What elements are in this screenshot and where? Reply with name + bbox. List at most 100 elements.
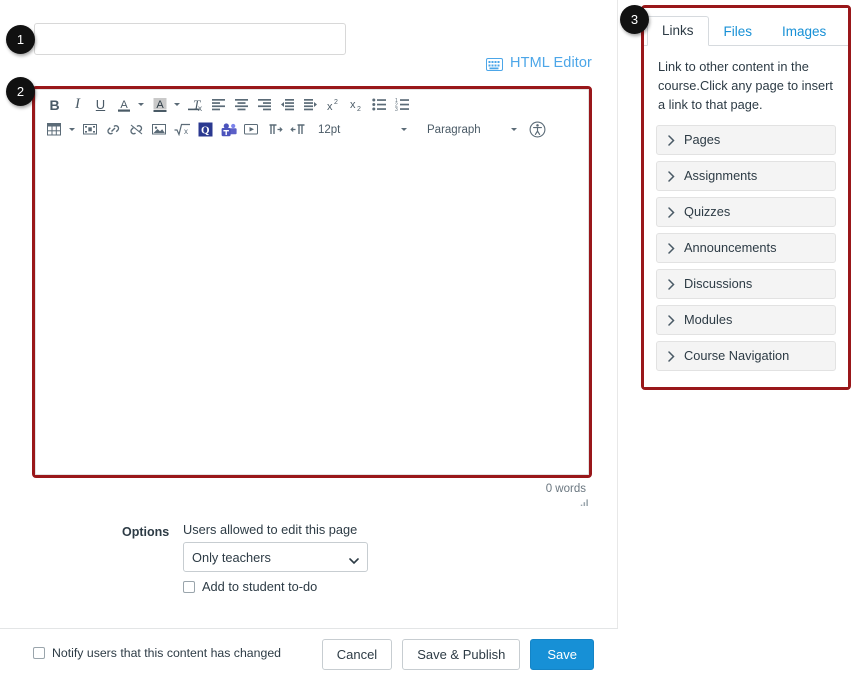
font-size-value: 12pt <box>318 123 341 136</box>
rich-content-editor: B I U A A T x x 2 x 2 1 2 3 x Q 12pt Par… <box>32 86 592 478</box>
sidebar-tabs: Links Files Images <box>644 8 848 46</box>
align-right-button[interactable] <box>254 94 275 116</box>
studio-play-icon[interactable] <box>241 119 262 141</box>
accordion-item-label: Course Navigation <box>684 348 790 364</box>
tab-files[interactable]: Files <box>709 17 768 46</box>
rce-toolbar-row-1: B I U A A T x x 2 x 2 1 2 3 <box>38 92 586 117</box>
underline-button[interactable]: U <box>90 94 111 116</box>
accordion-item-discussions[interactable]: Discussions <box>656 268 836 299</box>
svg-text:2: 2 <box>357 106 361 112</box>
table-button[interactable] <box>44 119 65 141</box>
block-format-value: Paragraph <box>427 123 481 136</box>
save-button[interactable]: Save <box>530 639 594 670</box>
accordion-item-announcements[interactable]: Announcements <box>656 232 836 263</box>
add-to-todo-checkbox[interactable] <box>183 580 195 593</box>
notify-users-label: Notify users that this content has chang… <box>52 646 281 660</box>
accordion-item-quizzes[interactable]: Quizzes <box>656 196 836 227</box>
word-count: 0 words <box>545 483 586 495</box>
image-button[interactable] <box>149 119 170 141</box>
rce-content-area[interactable] <box>36 142 588 474</box>
options-label: Options <box>122 525 170 539</box>
annotation-badge-3: 3 <box>620 5 649 34</box>
edit-permission-select[interactable]: Only teachers <box>183 542 368 572</box>
highlight-color-button[interactable]: A <box>149 94 170 116</box>
accordion-item-label: Modules <box>684 312 733 328</box>
notify-users-checkbox[interactable] <box>33 647 45 659</box>
accordion-item-course-navigation[interactable]: Course Navigation <box>656 340 836 371</box>
quizzes-q-icon[interactable]: Q <box>195 119 216 141</box>
svg-text:Q: Q <box>201 125 210 137</box>
chevron-right-icon <box>668 350 675 362</box>
superscript-button[interactable]: x 2 <box>323 94 344 116</box>
content-sidebar-inner: Links Files Images Link to other content… <box>644 8 848 387</box>
accordion-item-label: Assignments <box>684 168 758 184</box>
accessibility-checker-button[interactable] <box>527 119 548 141</box>
accordion-item-modules[interactable]: Modules <box>656 304 836 335</box>
table-chevron-down-icon[interactable] <box>67 119 76 141</box>
italic-button[interactable]: I <box>67 94 88 116</box>
right-to-left-icon[interactable] <box>287 119 308 141</box>
sidebar-description: Link to other content in the course.Clic… <box>658 59 833 113</box>
editor-resize-handle[interactable] <box>579 494 589 506</box>
rce-toolbar: B I U A A T x x 2 x 2 1 2 3 x Q 12pt Par… <box>36 90 588 143</box>
tab-links[interactable]: Links <box>647 16 709 46</box>
text-color-chevron-down-icon[interactable] <box>136 94 145 116</box>
block-format-chevron-down-icon <box>511 128 517 131</box>
link-button[interactable] <box>103 119 124 141</box>
bold-button[interactable]: B <box>44 94 65 116</box>
tab-images[interactable]: Images <box>767 17 841 46</box>
chevron-right-icon <box>668 242 675 254</box>
chevron-right-icon <box>668 170 675 182</box>
media-button[interactable] <box>80 119 101 141</box>
svg-text:A: A <box>120 99 128 111</box>
subscript-button[interactable]: x 2 <box>346 94 367 116</box>
indent-button[interactable] <box>300 94 321 116</box>
footer-button-group: Cancel Save & Publish Save <box>321 639 594 670</box>
highlight-color-chevron-down-icon[interactable] <box>172 94 181 116</box>
font-size-select[interactable]: 12pt <box>314 119 411 141</box>
svg-text:2: 2 <box>334 99 338 106</box>
edit-permission-label: Users allowed to edit this page <box>183 522 358 537</box>
content-sidebar: Links Files Images Link to other content… <box>641 5 851 390</box>
chevron-right-icon <box>668 278 675 290</box>
accordion-item-label: Announcements <box>684 240 777 256</box>
microsoft-teams-icon[interactable] <box>218 119 239 141</box>
rce-toolbar-row-2: x Q 12pt Paragraph <box>38 117 586 142</box>
outdent-button[interactable] <box>277 94 298 116</box>
page-editor-footer: Notify users that this content has chang… <box>0 628 618 680</box>
html-editor-toggle-row: HTML Editor <box>0 55 592 71</box>
accordion-item-assignments[interactable]: Assignments <box>656 160 836 191</box>
chevron-right-icon <box>668 314 675 326</box>
html-editor-link[interactable]: HTML Editor <box>510 55 592 71</box>
save-and-publish-button[interactable]: Save & Publish <box>402 639 521 670</box>
svg-text:x: x <box>327 101 333 112</box>
notify-users-row[interactable]: Notify users that this content has chang… <box>33 646 281 660</box>
svg-text:A: A <box>156 99 164 111</box>
align-left-button[interactable] <box>208 94 229 116</box>
cancel-button[interactable]: Cancel <box>321 639 393 670</box>
bullet-list-button[interactable] <box>369 94 390 116</box>
block-format-select[interactable]: Paragraph <box>423 119 521 141</box>
font-size-chevron-down-icon <box>401 128 407 131</box>
page-edit-main-column: HTML Editor B I U A A T x x 2 x 2 1 2 3 … <box>0 0 618 680</box>
page-title-input[interactable] <box>34 23 346 55</box>
annotation-badge-2: 2 <box>6 77 35 106</box>
align-center-button[interactable] <box>231 94 252 116</box>
svg-text:x: x <box>198 104 202 113</box>
annotation-badge-1: 1 <box>6 25 35 54</box>
left-to-right-icon[interactable] <box>264 119 285 141</box>
keyboard-icon <box>486 57 504 71</box>
svg-text:x: x <box>350 99 356 111</box>
equation-button[interactable]: x <box>172 119 193 141</box>
rce-inner-frame: B I U A A T x x 2 x 2 1 2 3 x Q 12pt Par… <box>35 89 589 475</box>
accordion-item-pages[interactable]: Pages <box>656 124 836 155</box>
accordion-item-label: Quizzes <box>684 204 731 220</box>
numbered-list-button[interactable]: 1 2 3 <box>392 94 413 116</box>
accordion-item-label: Discussions <box>684 276 753 292</box>
text-color-button[interactable]: A <box>113 94 134 116</box>
accordion-item-label: Pages <box>684 132 721 148</box>
clear-formatting-button[interactable]: T x <box>185 94 206 116</box>
svg-text:x: x <box>184 127 188 136</box>
add-to-todo-row[interactable]: Add to student to-do <box>183 579 317 594</box>
unlink-button[interactable] <box>126 119 147 141</box>
